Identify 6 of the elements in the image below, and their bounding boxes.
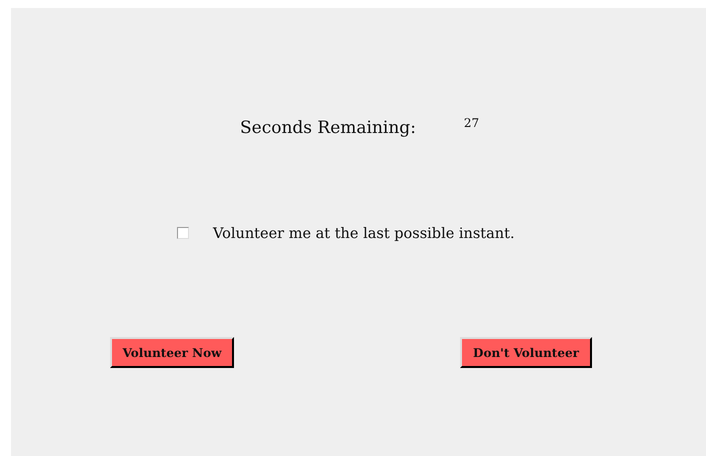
timer-label: Seconds Remaining: — [240, 117, 416, 140]
checkbox[interactable] — [177, 227, 189, 239]
checkbox-label: Volunteer me at the last possible instant. — [213, 226, 515, 242]
timer-value: 27 — [464, 115, 480, 131]
volunteer-now-button[interactable]: Volunteer Now — [110, 337, 234, 368]
dont-volunteer-button[interactable]: Don't Volunteer — [460, 337, 592, 368]
